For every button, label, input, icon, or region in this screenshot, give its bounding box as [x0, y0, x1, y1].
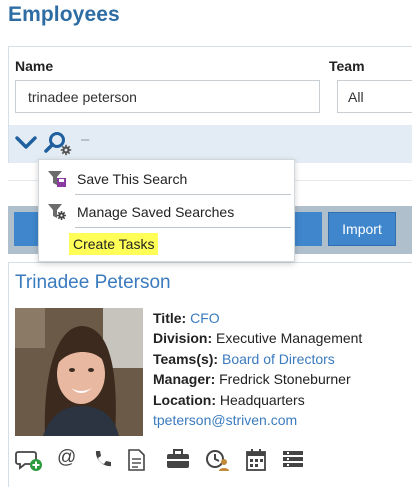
employee-name-link[interactable]: Trinadee Peterson	[15, 272, 171, 294]
collapse-dash: –	[81, 131, 90, 148]
phone-icon[interactable]	[91, 448, 113, 475]
chevron-down-icon[interactable]	[15, 133, 37, 158]
search-menu-dropdown: Save This Search Manage Saved Searches C…	[38, 159, 295, 262]
save-search-icon	[47, 170, 67, 191]
page-title: Employees	[8, 3, 120, 26]
division-value: Executive Management	[216, 330, 363, 347]
calendar-icon[interactable]	[245, 448, 267, 477]
employee-card: Trinadee Peterson Title: CFO Division: E…	[8, 262, 412, 487]
list-icon[interactable]	[281, 448, 305, 475]
title-value[interactable]: CFO	[190, 310, 220, 326]
search-bar: –	[9, 125, 412, 163]
manager-label: Manager:	[153, 371, 216, 388]
time-user-icon[interactable]	[205, 448, 231, 477]
team-select[interactable]: All	[337, 80, 412, 113]
add-chat-icon[interactable]	[15, 448, 43, 477]
email-link[interactable]: tpeterson@striven.com	[153, 412, 297, 428]
filter-panel: Name Team All –	[8, 46, 412, 163]
name-input[interactable]	[15, 80, 320, 113]
teams-value[interactable]: Board of Directors	[222, 351, 335, 367]
location-label: Location:	[153, 391, 216, 408]
menu-item-manage-searches[interactable]: Manage Saved Searches	[39, 196, 296, 226]
employee-photo	[15, 308, 143, 436]
menu-separator	[75, 227, 291, 228]
menu-separator	[75, 194, 291, 195]
manage-searches-icon	[47, 203, 67, 224]
team-label: Team	[329, 58, 365, 74]
menu-item-create-tasks[interactable]: Create Tasks	[69, 233, 159, 255]
import-button[interactable]: Import	[328, 212, 396, 246]
employee-info: Title: CFO Division: Executive Managemen…	[153, 308, 362, 430]
briefcase-icon[interactable]	[165, 448, 191, 475]
location-value: Headquarters	[219, 391, 305, 408]
menu-item-label: Manage Saved Searches	[77, 204, 235, 220]
document-icon[interactable]	[125, 448, 147, 477]
employee-action-icons: @	[15, 447, 315, 477]
title-label: Title:	[153, 310, 187, 326]
teams-label: Teams(s):	[153, 350, 219, 367]
manager-value: Fredrick Stoneburner	[219, 371, 351, 388]
name-label: Name	[15, 58, 54, 74]
menu-item-label: Save This Search	[77, 171, 188, 187]
menu-item-save-search[interactable]: Save This Search	[39, 163, 296, 193]
email-icon[interactable]: @	[57, 447, 76, 469]
division-label: Division:	[153, 330, 213, 347]
